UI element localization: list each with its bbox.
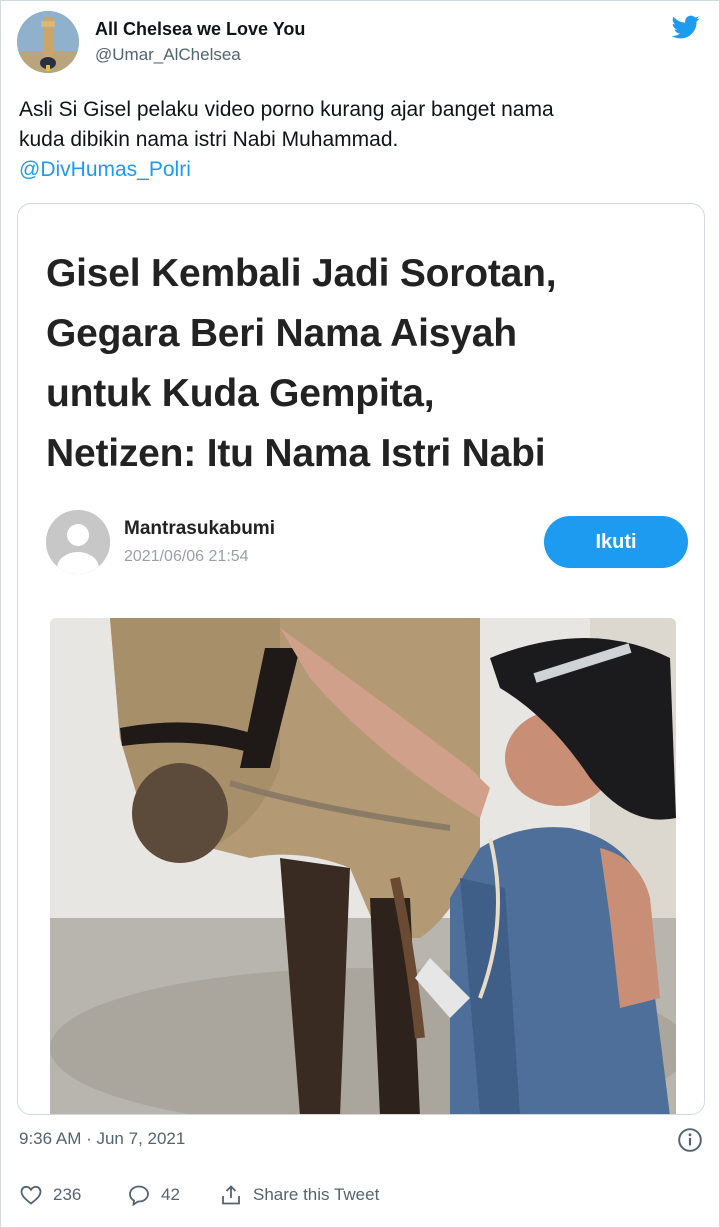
share-action[interactable]: Share this Tweet — [219, 1179, 379, 1211]
reply-icon — [129, 1185, 149, 1207]
article-date: 2021/06/06 21:54 — [124, 548, 249, 565]
share-label: Share this Tweet — [253, 1185, 380, 1204]
tweet-text: Asli Si Gisel pelaku video porno kurang … — [19, 95, 703, 185]
headline-line: Netizen: Itu Nama Istri Nabi — [46, 432, 546, 475]
tweet-header: All Chelsea we Love You @Umar_AlChelsea — [15, 9, 707, 75]
tweet-text-line: kuda dibikin nama istri Nabi Muhammad. — [19, 128, 399, 151]
twitter-bird-icon[interactable] — [669, 13, 703, 41]
like-count: 236 — [53, 1185, 82, 1204]
tweet-text-line: Asli Si Gisel pelaku video porno kurang … — [19, 98, 554, 121]
mention-link[interactable]: @DivHumas_Polri — [19, 155, 703, 185]
tweet-timestamp[interactable]: 9:36 AM · Jun 7, 2021 — [19, 1129, 185, 1149]
headline-line: Gisel Kembali Jadi Sorotan, — [46, 252, 557, 295]
follow-button[interactable]: Ikuti — [544, 516, 688, 568]
headline-line: Gegara Beri Nama Aisyah — [46, 312, 517, 355]
reply-count: 42 — [161, 1185, 180, 1204]
tweet-actions: 236 42 Share this Tweet — [19, 1179, 709, 1211]
default-avatar-icon[interactable] — [46, 510, 110, 574]
reply-action[interactable]: 42 — [127, 1179, 180, 1211]
article-card[interactable]: Gisel Kembali Jadi Sorotan, Gegara Beri … — [17, 203, 705, 1115]
user-display-name[interactable]: All Chelsea we Love You — [95, 19, 305, 40]
author-row: Mantrasukabumi 2021/06/06 21:54 Ikuti — [46, 510, 688, 574]
info-icon[interactable] — [677, 1127, 703, 1153]
heart-icon — [20, 1185, 42, 1205]
like-action[interactable]: 236 — [19, 1179, 81, 1211]
avatar[interactable] — [17, 11, 79, 73]
article-photo[interactable] — [50, 618, 676, 1114]
share-icon — [222, 1185, 240, 1205]
article-headline[interactable]: Gisel Kembali Jadi Sorotan, Gegara Beri … — [46, 244, 686, 484]
author-name[interactable]: Mantrasukabumi — [124, 518, 275, 540]
tweet-embed: All Chelsea we Love You @Umar_AlChelsea … — [0, 0, 720, 1228]
headline-line: untuk Kuda Gempita, — [46, 372, 435, 415]
user-handle[interactable]: @Umar_AlChelsea — [95, 45, 241, 65]
